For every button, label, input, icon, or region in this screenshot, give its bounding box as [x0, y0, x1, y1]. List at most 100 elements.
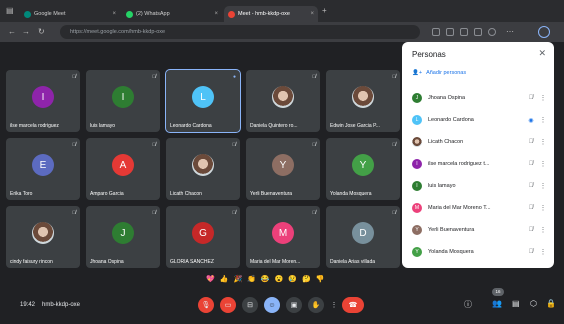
meeting-code: hmb-kkdp-oxe	[42, 302, 81, 308]
copilot-icon[interactable]	[538, 26, 550, 38]
participant-row[interactable]: Iilse marcela rodriguez t... 🎙̸ ⋮	[412, 156, 548, 172]
activities-icon[interactable]: ⬡	[530, 299, 537, 308]
close-tab-icon[interactable]: ×	[310, 11, 314, 17]
reaction-emoji[interactable]: 👎	[316, 275, 325, 285]
speaking-indicator-icon: ●	[232, 74, 236, 80]
chat-icon[interactable]: ▤	[512, 299, 520, 308]
participant-row[interactable]: Y Yerli Buenaventura 🎙̸ ⋮	[412, 222, 548, 238]
participant-row[interactable]: Iluis lamayo 🎙̸ ⋮	[412, 178, 548, 194]
reaction-emoji[interactable]: 😮	[275, 275, 284, 285]
people-icon[interactable]: 👥	[492, 299, 502, 308]
tab-google-meet[interactable]: Google Meet ×	[20, 6, 120, 22]
participant-name: Yolanda Mosquera	[330, 191, 372, 197]
participant-row[interactable]: L Leonardo Cardona ◉ ⋮	[412, 112, 548, 128]
reaction-emoji[interactable]: 💖	[206, 275, 215, 285]
captions-button[interactable]: ⊟	[242, 297, 258, 313]
participant-avatar: Y	[272, 154, 294, 176]
camera-off-button[interactable]: ▭	[220, 297, 236, 313]
tab-search-icon[interactable]: ▤	[6, 6, 14, 16]
participant-name: Yerli Buenaventura	[250, 191, 293, 197]
tab-label: (2) WhatsApp	[136, 11, 170, 17]
mic-muted-icon[interactable]: 🎙̸	[524, 227, 538, 233]
participant-name: Daniela Quintero ro...	[250, 123, 298, 129]
participant-name: Licath Chacon	[170, 191, 202, 197]
raise-hand-button[interactable]: ✋	[308, 297, 324, 313]
participant-row[interactable]: Y Yolanda Mosquera 🎙̸ ⋮	[412, 244, 548, 260]
extension-icon[interactable]	[474, 28, 482, 36]
participant-tile[interactable]: 🎙̸ cindy faisury rincon	[6, 206, 80, 268]
more-options-icon[interactable]: ⋮	[538, 160, 548, 168]
participant-tile[interactable]: G 🎙̸ GLORIA SANCHEZ	[166, 206, 240, 268]
more-options-button[interactable]: ⋮	[328, 297, 340, 313]
add-people-button[interactable]: 👤+ Añadir personas	[412, 70, 466, 76]
participant-row[interactable]: Licath Chacon 🎙̸ ⋮	[412, 134, 548, 150]
participant-tile[interactable]: I 🎙̸ luis lamayo	[86, 70, 160, 132]
more-options-icon[interactable]: ⋮	[538, 94, 548, 102]
reaction-emoji[interactable]: 😂	[261, 275, 270, 285]
participant-grid: I 🎙̸ ilse marcela rodriguez I 🎙̸ luis lamayo L…	[6, 69, 400, 270]
host-controls-icon[interactable]: 🔒	[546, 299, 556, 308]
mic-muted-icon[interactable]: 🎙̸	[524, 205, 538, 211]
close-tab-icon[interactable]: ×	[214, 11, 218, 17]
participant-tile[interactable]: 🎙̸ Daniela Quintero ro...	[246, 70, 320, 132]
tab-label: Meet - hmb-kkdp-oxe	[238, 11, 290, 17]
participant-tile[interactable]: L ● Leonardo Cardona	[165, 69, 241, 133]
participant-tile[interactable]: A 🎙̸ Amparo Garcia	[86, 138, 160, 200]
more-options-icon[interactable]: ⋮	[538, 248, 548, 256]
more-options-icon[interactable]: ⋮	[538, 182, 548, 190]
leave-call-button[interactable]: ☎	[342, 297, 364, 313]
url-input[interactable]: https://meet.google.com/hmb-kkdp-oxe	[60, 25, 420, 39]
tab-whatsapp[interactable]: (2) WhatsApp ×	[122, 6, 222, 22]
extension-icon[interactable]	[446, 28, 454, 36]
close-panel-icon[interactable]: ✕	[538, 48, 546, 59]
menu-icon[interactable]: ⋯	[506, 27, 514, 37]
mic-muted-icon[interactable]: 🎙̸	[524, 183, 538, 189]
reactions-button[interactable]: ☺	[264, 297, 280, 313]
participant-tile[interactable]: M 🎙̸ Maria del Mar Moren...	[246, 206, 320, 268]
mic-muted-icon[interactable]: 🎙̸	[524, 249, 538, 255]
participant-name: Leonardo Cardona	[170, 123, 212, 129]
participant-tile[interactable]: I 🎙̸ ilse marcela rodriguez	[6, 70, 80, 132]
close-tab-icon[interactable]: ×	[112, 11, 116, 17]
mic-off-button[interactable]: 🎙	[198, 297, 214, 313]
mic-muted-icon[interactable]: 🎙̸	[524, 161, 538, 167]
participant-name: cindy faisury rincon	[10, 259, 53, 265]
reaction-emoji[interactable]: 🎉	[233, 275, 242, 285]
participant-tile[interactable]: 🎙̸ Licath Chacon	[166, 138, 240, 200]
extension-icon[interactable]	[460, 28, 468, 36]
tab-meet-call[interactable]: Meet - hmb-kkdp-oxe ×	[224, 6, 318, 22]
reaction-emoji[interactable]: 👏	[247, 275, 256, 285]
participant-row[interactable]: M Maria del Mar Moreno T... 🎙̸ ⋮	[412, 200, 548, 216]
participant-tile[interactable]: Y 🎙̸ Yolanda Mosquera	[326, 138, 400, 200]
participant-tile[interactable]: 🎙̸ Edwin Jose Garcia P...	[326, 70, 400, 132]
present-button[interactable]: ▣	[286, 297, 302, 313]
participant-tile[interactable]: J 🎙̸ Jhoana Ospina	[86, 206, 160, 268]
reload-icon[interactable]: ↻	[38, 27, 45, 37]
meeting-controls-bar: 19:42 hmb-kkdp-oxe 🎙 ▭ ⊟ ☺ ▣ ✋ ⋮ ☎ ⓘ 16 …	[0, 288, 564, 324]
meeting-info-icon[interactable]: ⓘ	[464, 299, 472, 310]
participant-tile[interactable]: E 🎙̸ Erika Toro	[6, 138, 80, 200]
mic-muted-icon[interactable]: 🎙̸	[524, 139, 538, 145]
forward-icon[interactable]: →	[22, 27, 30, 37]
participant-tile[interactable]: Y 🎙̸ Yerli Buenaventura	[246, 138, 320, 200]
more-options-icon[interactable]: ⋮	[538, 226, 548, 234]
back-icon[interactable]: ←	[8, 27, 16, 37]
participant-name: Jhoana Ospina	[428, 95, 465, 101]
reactions-bar: 💖 👍 🎉 👏 😂 😮 😢 🤔 👎	[206, 275, 324, 285]
participants-panel: Personas ✕ 👤+ Añadir personas J Jhoana Os…	[402, 42, 554, 268]
more-options-icon[interactable]: ⋮	[538, 204, 548, 212]
new-tab-icon[interactable]: +	[322, 6, 327, 16]
more-options-icon[interactable]: ⋮	[538, 138, 548, 146]
participant-row[interactable]: J Jhoana Ospina 🎙̸ ⋮	[412, 90, 548, 106]
speaking-indicator-icon[interactable]: ◉	[524, 117, 538, 124]
reaction-emoji[interactable]: 👍	[220, 275, 229, 285]
more-options-icon[interactable]: ⋮	[538, 116, 548, 124]
add-person-icon: 👤+	[412, 70, 423, 76]
mic-muted-icon[interactable]: 🎙̸	[524, 95, 538, 101]
profile-icon[interactable]	[488, 28, 496, 36]
reaction-emoji[interactable]: 😢	[288, 275, 297, 285]
participant-tile[interactable]: D 🎙̸ Daniela Arias villada	[326, 206, 400, 268]
participant-avatar: E	[32, 154, 54, 176]
extension-icon[interactable]	[432, 28, 440, 36]
reaction-emoji[interactable]: 🤔	[302, 275, 311, 285]
